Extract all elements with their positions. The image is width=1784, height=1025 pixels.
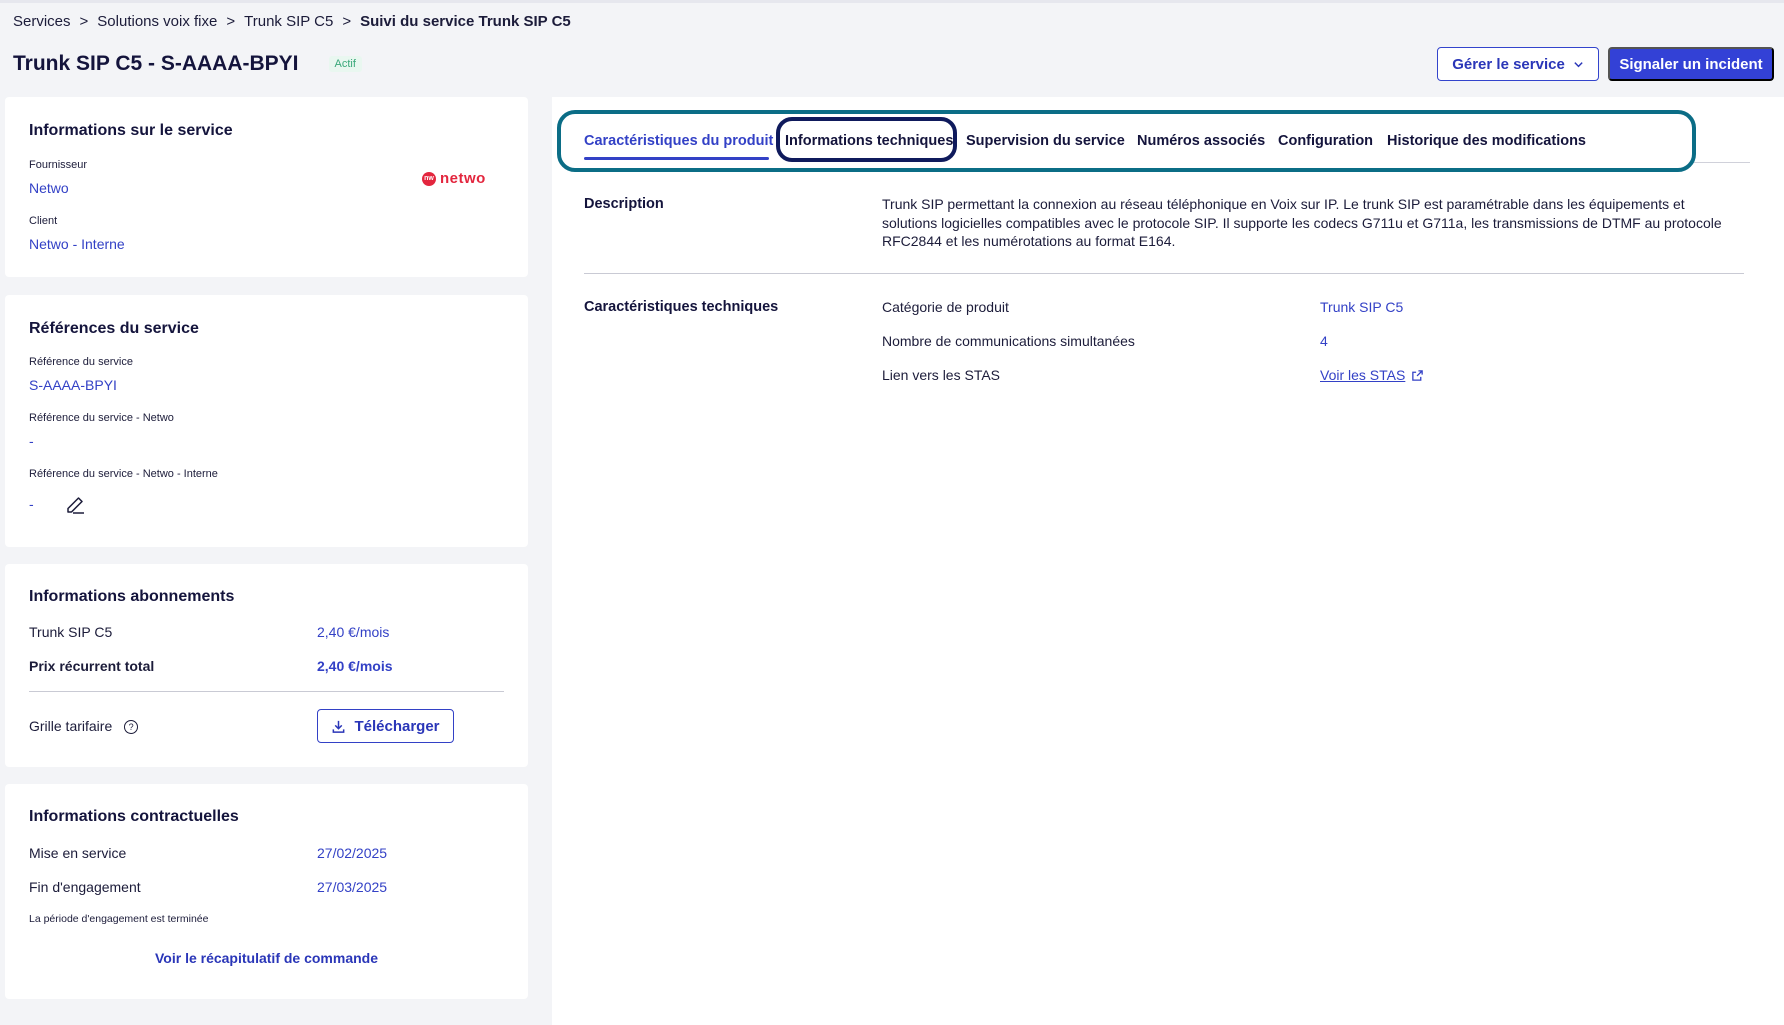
tabs-baseline <box>1690 162 1750 163</box>
breadcrumb-separator: > <box>79 13 89 30</box>
start-date-value: 27/02/2025 <box>317 845 388 861</box>
logo-mark: nw <box>422 171 436 186</box>
edit-pencil-icon[interactable] <box>64 494 86 516</box>
manage-service-button[interactable]: Gérer le service <box>1437 47 1599 81</box>
simultaneous-calls-label: Nombre de communications simultanées <box>882 333 1135 349</box>
top-strip <box>0 0 1784 3</box>
total-price-label: Prix récurrent total <box>29 658 155 674</box>
manage-service-label: Gérer le service <box>1452 55 1565 73</box>
service-info-heading: Informations sur le service <box>29 122 233 139</box>
engagement-note: La période d'engagement est terminée <box>29 913 209 925</box>
subscriptions-heading: Informations abonnements <box>29 588 235 605</box>
client-label: Client <box>29 215 58 227</box>
contract-heading: Informations contractuelles <box>29 808 239 825</box>
tabs-highlight-annotation <box>557 110 1696 172</box>
chevron-down-icon <box>1574 61 1583 67</box>
help-icon[interactable]: ? <box>124 720 139 735</box>
description-divider <box>584 273 1744 274</box>
page-title: Trunk SIP C5 - S-AAAA-BPYI <box>13 52 299 75</box>
subscription-line-value: 2,40 €/mois <box>317 624 390 640</box>
report-incident-button[interactable]: Signaler un incident <box>1608 47 1774 81</box>
subscriptions-card: Informations abonnements Trunk SIP C5 2,… <box>5 564 528 767</box>
contract-card: Informations contractuelles Mise en serv… <box>5 784 528 999</box>
price-grid-row: Grille tarifaire ? <box>29 718 139 735</box>
subscription-line-label: Trunk SIP C5 <box>29 624 113 640</box>
logo-text: netwo <box>440 170 486 187</box>
tech-title: Caractéristiques techniques <box>584 299 779 315</box>
title-row: Trunk SIP C5 - S-AAAA-BPYI Actif <box>13 52 362 76</box>
external-link-icon <box>1412 369 1424 381</box>
service-info-card: Informations sur le service Fournisseur … <box>5 97 528 277</box>
client-value[interactable]: Netwo - Interne <box>29 236 125 252</box>
references-heading: Références du service <box>29 320 199 337</box>
stas-link-label: Lien vers les STAS <box>882 367 1001 383</box>
download-label: Télécharger <box>354 717 440 735</box>
ref-netwo-label: Référence du service - Netwo <box>29 412 174 424</box>
ref-label: Référence du service <box>29 356 133 368</box>
ref-internal-value: - <box>29 496 34 512</box>
tab-focus-ring <box>776 117 957 162</box>
start-date-label: Mise en service <box>29 845 127 861</box>
breadcrumb-current: Suivi du service Trunk SIP C5 <box>360 13 571 30</box>
breadcrumb-trunk-sip[interactable]: Trunk SIP C5 <box>244 13 333 30</box>
description-title: Description <box>584 196 664 212</box>
breadcrumb-services[interactable]: Services <box>13 13 71 30</box>
subscriptions-divider <box>29 691 504 692</box>
status-badge: Actif <box>328 56 362 72</box>
simultaneous-calls-value: 4 <box>1320 333 1328 349</box>
description-text: Trunk SIP permettant la connexion au rés… <box>882 196 1722 249</box>
netwo-logo: nw netwo <box>422 170 486 187</box>
breadcrumb: Services > Solutions voix fixe > Trunk S… <box>13 13 571 30</box>
ref-internal-label: Référence du service - Netwo - Interne <box>29 468 218 480</box>
end-date-label: Fin d'engagement <box>29 879 141 895</box>
stas-link[interactable]: Voir les STAS <box>1320 367 1424 383</box>
references-card: Références du service Référence du servi… <box>5 295 528 547</box>
product-category-label: Catégorie de produit <box>882 299 1009 315</box>
total-price-value: 2,40 €/mois <box>317 658 393 674</box>
breadcrumb-separator: > <box>226 13 236 30</box>
download-icon <box>333 720 345 733</box>
provider-label: Fournisseur <box>29 159 88 171</box>
breadcrumb-voice-solutions[interactable]: Solutions voix fixe <box>97 13 217 30</box>
ref-value: S-AAAA-BPYI <box>29 377 117 393</box>
price-grid-label: Grille tarifaire <box>29 718 113 734</box>
stas-link-text[interactable]: Voir les STAS <box>1320 367 1405 383</box>
product-category-value: Trunk SIP C5 <box>1320 299 1404 315</box>
order-summary-link[interactable]: Voir le récapitulatif de commande <box>5 950 528 966</box>
breadcrumb-separator: > <box>342 13 352 30</box>
download-button[interactable]: Télécharger <box>317 709 454 743</box>
provider-value[interactable]: Netwo <box>29 180 69 196</box>
end-date-value: 27/03/2025 <box>317 879 388 895</box>
ref-netwo-value: - <box>29 433 34 449</box>
